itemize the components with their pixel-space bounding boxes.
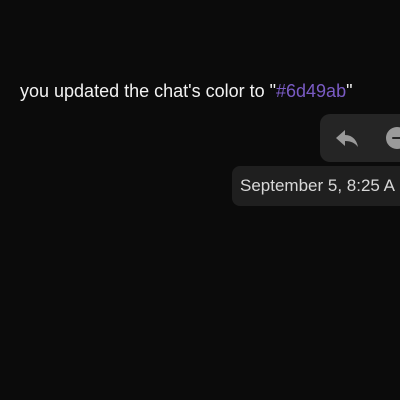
- chat-view: you updated the chat's color to "#6d49ab…: [0, 0, 400, 400]
- system-message: you updated the chat's color to "#6d49ab…: [20, 80, 352, 102]
- timestamp-tooltip: September 5, 8:25 A: [232, 166, 400, 206]
- more-icon[interactable]: [386, 127, 400, 149]
- reply-icon[interactable]: [334, 126, 360, 150]
- color-code: #6d49ab: [276, 81, 347, 101]
- system-message-text: you updated the chat's color to ": [20, 81, 276, 101]
- closing-quote: ": [346, 81, 353, 101]
- message-action-bar: [320, 114, 400, 162]
